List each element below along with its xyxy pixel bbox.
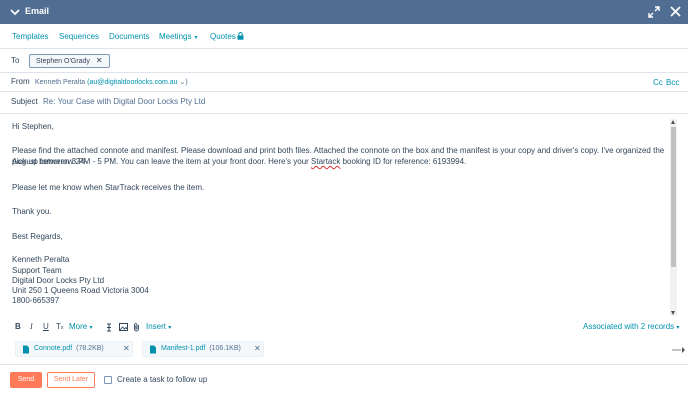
tab-documents[interactable]: Documents	[109, 32, 149, 41]
caret-down-icon: ▾	[194, 35, 198, 41]
attachment-size: (78.2KB)	[76, 345, 104, 352]
caret-down-icon: ▾	[89, 325, 93, 331]
from-label: From	[11, 77, 30, 86]
remove-attachment-icon[interactable]: ✕	[254, 344, 261, 353]
remove-recipient-icon[interactable]: ✕	[96, 56, 103, 65]
tab-quotes-label: Quotes	[210, 32, 236, 41]
attachment-item[interactable]: Manifest-1.pdf (106.1KB) ✕	[142, 341, 264, 357]
email-panel-header: Email	[0, 0, 688, 24]
body-regards: Best Regards,	[12, 232, 63, 241]
italic-button[interactable]: I	[30, 322, 33, 331]
caret-down-icon: ▾	[168, 325, 172, 331]
scroll-right-icon[interactable]	[672, 343, 688, 357]
to-label: To	[11, 56, 20, 65]
to-row: To Stephen O'Grady ✕	[0, 49, 688, 73]
misspelled-word: Startack	[311, 157, 341, 166]
subject-input[interactable]: Re: Your Case with Digital Door Locks Pt…	[43, 97, 205, 106]
email-tabs: Templates Sequences Documents Meetings ▾ …	[0, 24, 688, 49]
scroll-down-icon[interactable]	[671, 311, 675, 315]
underline-button[interactable]: U	[43, 322, 49, 331]
more-label: More	[69, 322, 88, 331]
insert-dropdown[interactable]: Insert ▾	[146, 322, 171, 331]
insert-label: Insert	[146, 322, 167, 331]
clear-format-button[interactable]: Tx	[56, 322, 63, 331]
body-paragraph-2: Please let me know when StarTrack receiv…	[12, 183, 205, 192]
attachment-filename: Connote.pdf	[34, 345, 73, 352]
body-greeting: Hi Stephen,	[12, 122, 54, 131]
lock-icon	[237, 32, 244, 40]
email-body-editor[interactable]: Hi Stephen, Please find the attached con…	[0, 115, 672, 316]
recipient-name: Stephen O'Grady	[36, 58, 90, 65]
file-icon	[150, 345, 156, 354]
from-address: (au@digitaldoorlocks.com.au	[87, 79, 178, 86]
from-select[interactable]: Kenneth Peralta (au@digitaldoorlocks.com…	[35, 78, 188, 86]
scrollbar-thumb[interactable]	[671, 127, 676, 267]
attachment-icon[interactable]	[133, 322, 140, 332]
email-footer: Send Send Later Create a task to follow …	[0, 364, 688, 393]
subject-row: Subject Re: Your Case with Digital Door …	[0, 92, 688, 114]
body-paragraph-1b-pre: August between 3 PM - 5 PM. You can leav…	[12, 157, 312, 166]
body-paragraph-1b: August between 3 PM - 5 PM. You can leav…	[12, 156, 466, 167]
tab-meetings[interactable]: Meetings ▾	[159, 32, 197, 41]
tab-meetings-label: Meetings	[159, 32, 192, 41]
tab-sequences[interactable]: Sequences	[59, 32, 99, 41]
attachment-filename: Manifest-1.pdf	[161, 345, 206, 352]
send-button[interactable]: Send	[10, 372, 42, 388]
tab-quotes[interactable]: Quotes	[210, 32, 244, 41]
body-thanks: Thank you.	[12, 207, 52, 216]
associations-dropdown[interactable]: Associated with 2 records ▾	[583, 322, 679, 331]
body-scrollbar[interactable]	[670, 119, 677, 316]
caret-down-icon: ▾	[676, 325, 680, 331]
more-dropdown[interactable]: More ▾	[69, 322, 92, 331]
attachment-size: (106.1KB)	[209, 345, 241, 352]
associations-label: Associated with 2 records	[583, 322, 675, 331]
bcc-link[interactable]: Bcc	[666, 78, 679, 87]
remove-attachment-icon[interactable]: ✕	[123, 344, 130, 353]
from-name: Kenneth Peralta	[35, 79, 86, 86]
panel-title: Email	[25, 6, 50, 16]
chevron-down-icon[interactable]	[9, 6, 21, 18]
follow-up-task-checkbox[interactable]	[104, 376, 112, 384]
snippet-icon[interactable]	[106, 323, 112, 332]
body-paragraph-1b-post: booking ID for reference: 6193994.	[340, 157, 467, 166]
attachment-name: Connote.pdf (78.2KB)	[34, 345, 104, 352]
signature-phone: 1800-665397	[12, 296, 60, 305]
from-caret: ⌄)	[179, 79, 188, 86]
bold-button[interactable]: B	[15, 322, 21, 331]
recipient-chip[interactable]: Stephen O'Grady ✕	[29, 54, 110, 68]
send-later-button[interactable]: Send Later	[47, 372, 95, 388]
file-icon	[23, 345, 29, 354]
tab-templates[interactable]: Templates	[12, 32, 48, 41]
attachment-item[interactable]: Connote.pdf (78.2KB) ✕	[15, 341, 133, 357]
cc-link[interactable]: Cc	[653, 78, 663, 87]
close-icon[interactable]	[669, 5, 682, 18]
expand-icon[interactable]	[648, 6, 660, 18]
formatting-toolbar: B I U Tx More ▾ Insert ▾ Associated with…	[0, 319, 688, 337]
follow-up-task-label: Create a task to follow up	[117, 375, 208, 384]
subject-label: Subject	[11, 97, 38, 106]
signature-name: Kenneth Peralta	[12, 255, 70, 264]
from-row: From Kenneth Peralta (au@digitaldoorlock…	[0, 73, 688, 92]
attachment-name: Manifest-1.pdf (106.1KB)	[161, 345, 241, 352]
image-icon[interactable]	[119, 323, 128, 331]
scroll-up-icon[interactable]	[671, 120, 675, 124]
